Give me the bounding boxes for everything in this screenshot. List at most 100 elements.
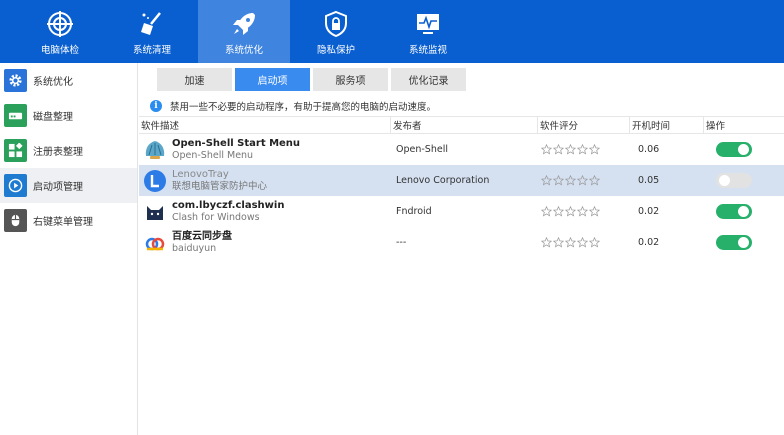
sidebar-item-context-menu[interactable]: 右键菜单管理 (0, 203, 137, 238)
rating-stars (538, 165, 630, 196)
header-action: 操作 (706, 121, 726, 132)
top-navigation: 电脑体检 系统清理 系统优化 隐私保护 系统监视 (0, 0, 784, 63)
subtab-services[interactable]: 服务项 (313, 68, 388, 91)
sidebar-item-label: 系统优化 (33, 77, 73, 88)
app-description: Open-Shell Menu (172, 149, 254, 161)
boot-time-cell: 0.05 (638, 175, 660, 186)
tab-system-optimize[interactable]: 系统优化 (198, 0, 290, 63)
notice-bar: i 禁用一些不必要的启动程序，有助于提高您的电脑的启动速度。 (150, 96, 776, 116)
app-name: Open-Shell Start Menu (172, 137, 301, 149)
star-empty-icon (553, 206, 564, 217)
header-rating[interactable]: 软件评分 (538, 117, 630, 133)
blocks-icon (4, 139, 27, 162)
star-empty-icon (577, 144, 588, 155)
sub-tabs: 加速 启动项 服务项 优化记录 (157, 68, 469, 91)
boot-time-cell: 0.02 (638, 206, 660, 217)
subtab-startup[interactable]: 启动项 (235, 68, 310, 91)
sidebar-item-label: 注册表整理 (33, 147, 83, 158)
star-empty-icon (541, 144, 552, 155)
rocket-icon (233, 13, 255, 35)
sidebar: 系统优化 磁盘整理 注册表整理 启动项管理 右键菜单管理 (0, 63, 138, 435)
cat-icon (143, 200, 167, 224)
startup-toggle[interactable] (716, 204, 752, 219)
star-empty-icon (553, 144, 564, 155)
sidebar-item-label: 磁盘整理 (33, 112, 73, 123)
star-empty-icon (565, 144, 576, 155)
star-empty-icon (541, 175, 552, 186)
sidebar-item-disk-defrag[interactable]: 磁盘整理 (0, 98, 137, 133)
sidebar-item-startup-manager[interactable]: 启动项管理 (0, 168, 137, 203)
app-name: LenovoTray (172, 168, 229, 180)
table-row[interactable]: LenovoTray 联想电脑管家防护中心 Lenovo Corporation… (139, 165, 784, 196)
tab-system-clean[interactable]: 系统清理 (106, 0, 198, 63)
star-empty-icon (565, 175, 576, 186)
shield-lock-icon (325, 10, 347, 38)
tab-label: 系统清理 (132, 45, 171, 56)
tab-privacy[interactable]: 隐私保护 (290, 0, 382, 63)
header-boot-time[interactable]: 开机时间 (630, 117, 704, 133)
subtab-accelerate[interactable]: 加速 (157, 68, 232, 91)
notice-text: 禁用一些不必要的启动程序，有助于提高您的电脑的启动速度。 (170, 102, 437, 113)
star-empty-icon (589, 144, 600, 155)
baidu-cloud-icon (143, 231, 167, 255)
star-empty-icon (589, 206, 600, 217)
gear-icon (4, 69, 27, 92)
sidebar-item-system-optimize[interactable]: 系统优化 (0, 63, 137, 98)
app-description: baiduyun (172, 242, 217, 254)
sidebar-item-label: 右键菜单管理 (33, 217, 93, 228)
broom-icon (141, 12, 161, 35)
rating-stars (538, 227, 630, 258)
tab-label: 系统优化 (224, 45, 263, 56)
rating-stars (538, 134, 630, 165)
table-row[interactable]: 百度云同步盘 baiduyun --- 0.02 (139, 227, 784, 258)
lenovo-icon (143, 169, 167, 193)
play-icon (4, 174, 27, 197)
mouse-icon (4, 209, 27, 232)
tab-label: 电脑体检 (40, 45, 79, 56)
star-empty-icon (577, 206, 588, 217)
boot-time-cell: 0.06 (638, 144, 660, 155)
app-description: Clash for Windows (172, 211, 260, 223)
star-empty-icon (589, 175, 600, 186)
startup-table: Open-Shell Start Menu Open-Shell Menu Op… (139, 134, 784, 258)
monitor-icon (417, 14, 439, 34)
star-empty-icon (589, 237, 600, 248)
table-header: 软件描述 发布者 软件评分 开机时间 操作 (139, 116, 784, 134)
star-empty-icon (565, 206, 576, 217)
sidebar-item-registry-clean[interactable]: 注册表整理 (0, 133, 137, 168)
star-empty-icon (541, 206, 552, 217)
header-description[interactable]: 软件描述 (139, 117, 391, 133)
star-empty-icon (565, 237, 576, 248)
publisher-cell: --- (396, 237, 407, 248)
boot-time-cell: 0.02 (638, 237, 660, 248)
target-icon (47, 11, 73, 37)
tab-pc-checkup[interactable]: 电脑体检 (14, 0, 106, 63)
shell-icon (143, 138, 167, 162)
app-name: com.lbyczf.clashwin (172, 199, 285, 211)
table-row[interactable]: com.lbyczf.clashwin Clash for Windows Fn… (139, 196, 784, 227)
star-empty-icon (577, 237, 588, 248)
star-empty-icon (553, 237, 564, 248)
publisher-cell: Lenovo Corporation (396, 175, 490, 186)
app-name: 百度云同步盘 (172, 230, 232, 242)
disk-icon (4, 104, 27, 127)
star-empty-icon (553, 175, 564, 186)
startup-toggle[interactable] (716, 235, 752, 250)
info-icon: i (150, 100, 162, 112)
subtab-optimize-log[interactable]: 优化记录 (391, 68, 466, 91)
tab-label: 隐私保护 (316, 45, 355, 56)
rating-stars (538, 196, 630, 227)
header-publisher[interactable]: 发布者 (391, 117, 538, 133)
tab-label: 系统监视 (408, 45, 447, 56)
app-description: 联想电脑管家防护中心 (172, 180, 268, 192)
publisher-cell: Open-Shell (396, 144, 448, 155)
startup-toggle[interactable] (716, 173, 752, 188)
table-row[interactable]: Open-Shell Start Menu Open-Shell Menu Op… (139, 134, 784, 165)
star-empty-icon (577, 175, 588, 186)
publisher-cell: Fndroid (396, 206, 432, 217)
star-empty-icon (541, 237, 552, 248)
main-panel: 加速 启动项 服务项 优化记录 i 禁用一些不必要的启动程序，有助于提高您的电脑… (139, 63, 784, 435)
tab-system-monitor[interactable]: 系统监视 (382, 0, 474, 63)
sidebar-item-label: 启动项管理 (33, 182, 83, 193)
startup-toggle[interactable] (716, 142, 752, 157)
